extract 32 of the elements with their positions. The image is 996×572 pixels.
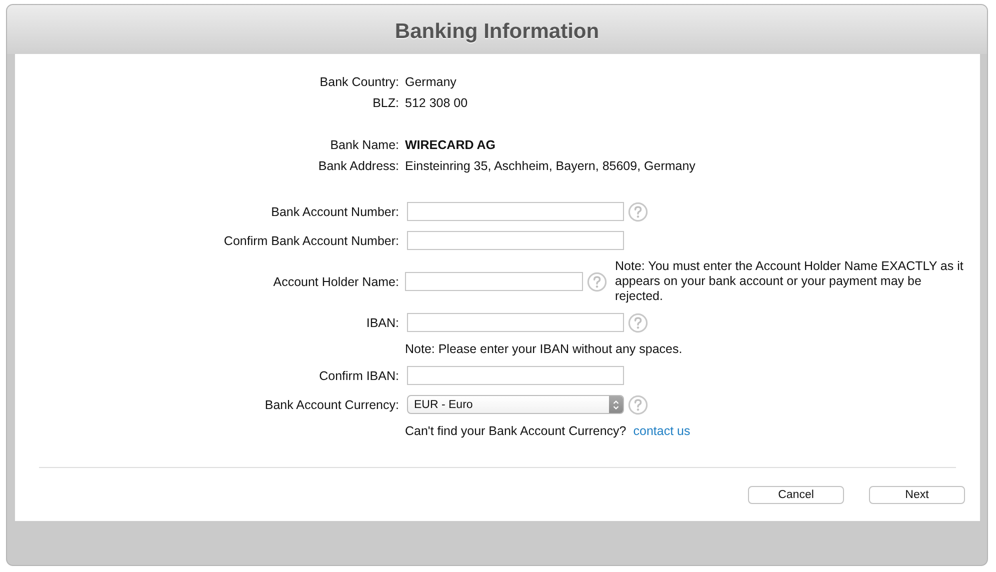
contact-link[interactable]: contact us (633, 424, 690, 438)
input-field[interactable] (407, 366, 624, 385)
field-label: Confirm Bank Account Number: (224, 234, 399, 248)
note-text: Note: Please enter your IBAN without any spaces. (405, 342, 682, 356)
field-label: Account Holder Name: (273, 274, 399, 288)
field-value: Einsteinring 35, Aschheim, Bayern, 85609, Germany (405, 158, 696, 172)
currency-dropdown[interactable]: EUR - Euro (407, 395, 624, 414)
note-text: Note: You must enter the Account Holder Name EXACTLY as it appears on your bank account or your payment may be rejected. (615, 259, 964, 304)
field-label: Confirm IBAN: (319, 368, 399, 382)
input-field[interactable] (407, 202, 624, 221)
input-field[interactable] (407, 313, 624, 332)
field-label: IBAN: (366, 316, 399, 330)
field-label: BLZ: (372, 96, 399, 110)
help-icon[interactable] (628, 394, 648, 414)
help-icon[interactable] (587, 272, 607, 292)
field-label: Bank Account Currency: (264, 398, 399, 412)
dialog-button[interactable]: Cancel (748, 486, 844, 504)
field-value: 512 308 00 (405, 96, 468, 110)
note-text: Can't find your Bank Account Currency? (405, 424, 626, 438)
input-field[interactable] (405, 272, 583, 291)
help-icon[interactable] (628, 202, 648, 222)
dialog-button[interactable]: Next (869, 486, 965, 504)
field-value: WIRECARD AG (405, 138, 496, 152)
field-value: Germany (405, 74, 456, 88)
stepper-icon (609, 396, 623, 413)
input-field[interactable] (407, 231, 624, 250)
window-title: Banking Information (394, 18, 600, 44)
field-label: Bank Name: (330, 138, 399, 152)
help-icon[interactable] (628, 312, 648, 332)
field-label: Bank Country: (320, 74, 399, 88)
field-label: Bank Address: (318, 158, 399, 172)
field-label: Bank Account Number: (271, 204, 399, 218)
